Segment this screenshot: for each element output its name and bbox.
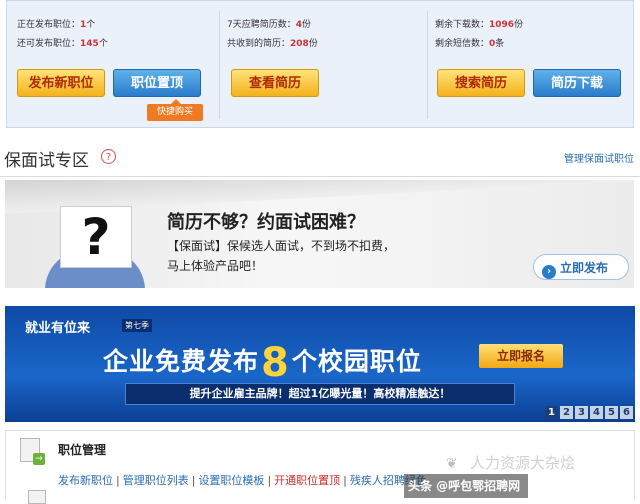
view-resume-button[interactable]: 查看简历: [231, 69, 319, 97]
manage-interview-jobs-link[interactable]: 管理保面试职位: [564, 150, 634, 165]
watermark-label: 头条 @呼包鄂招聘网: [404, 474, 529, 498]
promo-desc-line: 【保面试】保候选人面试，不到场不扣费，: [167, 239, 396, 253]
job-management-title: 职位管理: [58, 443, 107, 457]
link-publish-job[interactable]: 发布新职位: [58, 474, 113, 487]
stat-value: 145: [80, 39, 99, 49]
arrow-right-icon: ›: [542, 265, 556, 279]
campaign-headline: 企业免费发布8个校园职位: [103, 340, 422, 386]
publish-now-label: 立即发布: [560, 261, 609, 275]
banner-page-1[interactable]: 1: [545, 406, 558, 419]
banner-page-6[interactable]: 6: [620, 406, 633, 419]
stats-panel: 正在发布职位：1个 还可发布职位：145个 7天应聘简历数：4份 共收到的简历：…: [6, 0, 634, 128]
banner-page-3[interactable]: 3: [575, 406, 588, 419]
link-manage-job-list[interactable]: 管理职位列表: [123, 474, 189, 487]
promo-headline: 简历不够？约面试困难？: [167, 212, 365, 233]
stats-column-jobs: 正在发布职位：1个 还可发布职位：145个: [17, 19, 213, 57]
question-sign-icon: ?: [60, 206, 132, 268]
stat-remaining-sms: 剩余短信数：0条: [435, 39, 505, 49]
download-resume-button[interactable]: 简历下载: [533, 69, 621, 97]
campaign-brand: 就业有位来: [25, 321, 91, 336]
stat-value: 1096: [489, 20, 515, 30]
arrow-badge-icon: →: [33, 453, 45, 465]
link-separator: |: [343, 474, 347, 487]
link-separator: |: [267, 474, 272, 487]
publish-job-button[interactable]: 发布新职位: [17, 69, 105, 97]
banner-page-4[interactable]: 4: [590, 406, 603, 419]
promo-desc-line: 马上体验产品吧！: [167, 259, 264, 273]
stat-remaining-downloads: 剩余下载数：1096份: [435, 20, 524, 30]
banner-page-5[interactable]: 5: [605, 406, 618, 419]
banner-pager: 123456: [543, 400, 633, 419]
divider: [219, 11, 220, 119]
link-separator: |: [116, 474, 120, 487]
stat-active-jobs: 正在发布职位：1个: [17, 20, 96, 30]
stat-remaining-jobs: 还可发布职位：145个: [17, 39, 108, 49]
quick-buy-tag[interactable]: 快捷购买: [147, 99, 203, 121]
link-separator: |: [191, 474, 196, 487]
wechat-icon: ❦: [446, 456, 458, 472]
search-resume-button[interactable]: 搜索简历: [437, 69, 525, 97]
campus-recruit-banner[interactable]: 就业有位来 第七季 企业免费发布8个校园职位 立即报名 提升企业雇主品牌！超过1…: [5, 306, 635, 422]
stats-column-quota: 剩余下载数：1096份 剩余短信数：0条: [435, 19, 631, 57]
top-job-button[interactable]: 职位置顶: [113, 69, 201, 97]
publish-now-button[interactable]: › 立即发布: [533, 254, 629, 280]
campaign-season-badge: 第七季: [122, 319, 152, 332]
divider: [427, 11, 428, 119]
stats-column-resumes: 7天应聘简历数：4份 共收到的简历：208份: [227, 19, 423, 57]
banner-page-2[interactable]: 2: [560, 406, 573, 419]
headline-prefix: 企业免费发布: [103, 347, 260, 376]
link-job-template[interactable]: 设置职位模板: [198, 474, 264, 487]
document-icon: [28, 490, 46, 504]
document-icon: →: [20, 438, 45, 465]
faded-watermark: 人力资源大杂烩: [470, 454, 576, 472]
stat-total-resumes: 共收到的简历：208份: [227, 39, 318, 49]
link-open-job-top[interactable]: 开通职位置顶: [274, 474, 340, 487]
headline-suffix: 个校园职位: [291, 347, 422, 376]
section-divider: [0, 176, 640, 177]
stat-7day-resumes: 7天应聘简历数：4份: [227, 20, 312, 30]
interview-promo-banner[interactable]: ? 简历不够？约面试困难？ 【保面试】保候选人面试，不到场不扣费， 马上体验产品…: [5, 180, 634, 288]
stat-value[interactable]: 208: [290, 39, 309, 49]
section-title: 保面试专区: [4, 151, 89, 171]
help-icon[interactable]: ?: [101, 149, 116, 164]
headline-number: 8: [261, 340, 290, 386]
signup-now-button[interactable]: 立即报名: [479, 344, 563, 368]
promo-description: 【保面试】保候选人面试，不到场不扣费， 马上体验产品吧！: [167, 236, 395, 276]
job-management-links: 发布新职位 | 管理职位列表 | 设置职位模板 | 开通职位置顶 | 残疾人招聘绿色: [58, 472, 427, 488]
campaign-tagline: 提升企业雇主品牌！超过1亿曝光量！高校精准触达！: [125, 383, 515, 405]
